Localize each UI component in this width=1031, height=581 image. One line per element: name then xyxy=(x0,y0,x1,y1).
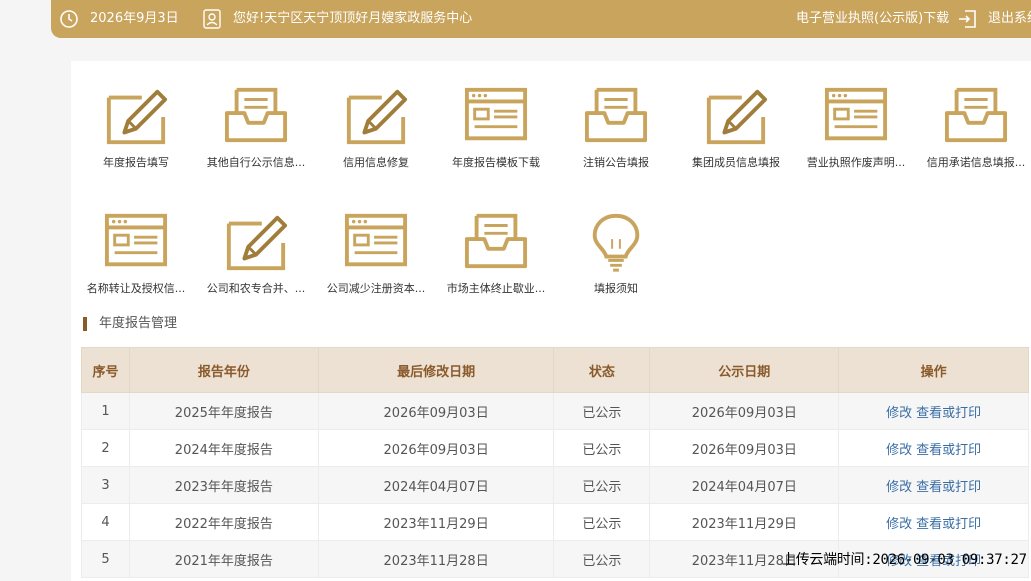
cell-status: 已公示 xyxy=(553,503,651,541)
welcome-text: 您好!天宁区天宁顶顶好月嫂家政服务中心 xyxy=(233,11,473,26)
edit-icon xyxy=(106,89,168,145)
function-tile[interactable]: 信用承诺信息填报... xyxy=(916,84,1031,170)
cell-actions: 修改 查看或打印 xyxy=(838,392,1029,430)
tile-label: 信用信息修复 xyxy=(343,156,409,169)
license-download-link[interactable]: 电子营业执照(公示版)下载 xyxy=(796,10,949,28)
cell-status: 已公示 xyxy=(553,392,651,430)
tile-label: 年度报告模板下载 xyxy=(452,156,540,169)
view-print-link[interactable]: 查看或打印 xyxy=(916,480,981,495)
function-tile[interactable]: 填报须知 xyxy=(556,210,676,296)
cell-modified: 2026年09月03日 xyxy=(317,429,555,467)
function-tile[interactable]: 公司减少注册资本... xyxy=(316,210,436,296)
edit-icon xyxy=(346,89,408,145)
inbox-icon xyxy=(224,87,288,143)
view-print-link[interactable]: 查看或打印 xyxy=(916,517,981,532)
form-icon xyxy=(824,87,888,141)
section-title: 年度报告管理 xyxy=(99,316,178,331)
table-header-row: 序号 报告年份 最后修改日期 状态 公示日期 操作 xyxy=(81,347,1029,393)
form-icon xyxy=(104,213,168,267)
cell-no: 1 xyxy=(81,392,130,430)
tile-label: 其他自行公示信息... xyxy=(206,156,306,169)
cell-published: 2023年11月29日 xyxy=(649,503,840,541)
function-tile[interactable]: 市场主体终止歇业... xyxy=(436,210,556,296)
inbox-icon xyxy=(584,87,648,143)
form-icon xyxy=(344,213,408,267)
function-tile[interactable]: 其他自行公示信息... xyxy=(196,84,316,170)
tile-label: 市场主体终止歇业... xyxy=(446,282,546,295)
cell-year: 2025年年度报告 xyxy=(128,392,319,430)
cell-published: 2026年09月03日 xyxy=(649,392,840,430)
edit-link[interactable]: 修改 xyxy=(886,517,912,532)
tile-label: 名称转让及授权信... xyxy=(86,282,186,295)
table-row: 3 2023年年度报告 2024年04月07日 已公示 2024年04月07日 修改 查看或… xyxy=(81,466,1029,504)
function-tile[interactable]: 公司和农专合并、... xyxy=(196,210,316,296)
tile-label: 注销公告填报 xyxy=(583,156,649,169)
tile-label: 营业执照作废声明... xyxy=(806,156,906,169)
cell-status: 已公示 xyxy=(553,429,651,467)
function-tile[interactable]: 营业执照作废声明... xyxy=(796,84,916,170)
top-bar: 2026年9月3日 您好!天宁区天宁顶顶好月嫂家政服务中心 电子营业执照(公示版… xyxy=(51,0,1031,38)
cell-year: 2022年年度报告 xyxy=(128,503,319,541)
function-tile[interactable]: 名称转让及授权信... xyxy=(76,210,196,296)
section-marker xyxy=(83,317,87,331)
cell-status: 已公示 xyxy=(553,466,651,504)
lightbulb-icon xyxy=(592,213,640,272)
cell-year: 2024年年度报告 xyxy=(128,429,319,467)
inbox-icon xyxy=(464,213,528,269)
edit-icon xyxy=(226,215,288,271)
col-header-published: 公示日期 xyxy=(649,347,840,393)
cell-actions: 修改 查看或打印 xyxy=(838,429,1029,467)
table-row: 1 2025年年度报告 2026年09月03日 已公示 2026年09月03日 修改 查看或… xyxy=(81,392,1029,430)
cell-actions: 修改 查看或打印 xyxy=(838,466,1029,504)
cell-modified: 2026年09月03日 xyxy=(317,392,555,430)
function-tile[interactable]: 信用信息修复 xyxy=(316,84,436,170)
clock-icon xyxy=(60,10,78,28)
cell-no: 3 xyxy=(81,466,130,504)
cell-year: 2021年年度报告 xyxy=(128,540,319,578)
function-tile[interactable]: 注销公告填报 xyxy=(556,84,676,170)
table-row: 4 2022年年度报告 2023年11月29日 已公示 2023年11月29日 修改 查看或… xyxy=(81,503,1029,541)
function-tile[interactable]: 年度报告填写 xyxy=(76,84,196,170)
cell-actions: 修改 查看或打印 xyxy=(838,503,1029,541)
current-date: 2026年9月3日 xyxy=(90,11,179,26)
cell-modified: 2024年04月07日 xyxy=(317,466,555,504)
function-tile[interactable]: 集团成员信息填报 xyxy=(676,84,796,170)
logout-icon[interactable] xyxy=(957,9,977,29)
col-header-year: 报告年份 xyxy=(128,347,319,393)
inbox-icon xyxy=(944,87,1008,143)
view-print-link[interactable]: 查看或打印 xyxy=(916,406,981,421)
cell-no: 4 xyxy=(81,503,130,541)
annual-report-table: 序号 报告年份 最后修改日期 状态 公示日期 操作 1 2025年年度报告 2026… xyxy=(81,347,1029,578)
form-icon xyxy=(464,87,528,141)
upload-timestamp: 上传云端时间:2026-09-03 09:37:27 xyxy=(782,552,1027,568)
col-header-modified: 最后修改日期 xyxy=(317,347,555,393)
tile-label: 年度报告填写 xyxy=(103,156,169,169)
tile-label: 公司和农专合并、... xyxy=(206,282,306,295)
view-print-link[interactable]: 查看或打印 xyxy=(916,443,981,458)
cell-modified: 2023年11月28日 xyxy=(317,540,555,578)
tile-label: 集团成员信息填报 xyxy=(692,156,780,169)
cell-year: 2023年年度报告 xyxy=(128,466,319,504)
cell-status: 已公示 xyxy=(553,540,651,578)
tile-label: 公司减少注册资本... xyxy=(326,282,426,295)
user-icon xyxy=(203,9,221,29)
col-header-no: 序号 xyxy=(81,347,130,393)
cell-no: 2 xyxy=(81,429,130,467)
cell-published: 2024年04月07日 xyxy=(649,466,840,504)
edit-link[interactable]: 修改 xyxy=(886,443,912,458)
col-header-actions: 操作 xyxy=(838,347,1029,393)
tile-label: 填报须知 xyxy=(594,282,638,295)
cell-no: 5 xyxy=(81,540,130,578)
cell-modified: 2023年11月29日 xyxy=(317,503,555,541)
col-header-status: 状态 xyxy=(553,347,651,393)
edit-link[interactable]: 修改 xyxy=(886,480,912,495)
logout-link[interactable]: 退出系统 xyxy=(988,10,1031,28)
cell-published: 2026年09月03日 xyxy=(649,429,840,467)
function-tile[interactable]: 年度报告模板下载 xyxy=(436,84,556,170)
edit-link[interactable]: 修改 xyxy=(886,406,912,421)
table-row: 2 2024年年度报告 2026年09月03日 已公示 2026年09月03日 修改 查看或… xyxy=(81,429,1029,467)
edit-icon xyxy=(706,89,768,145)
tile-label: 信用承诺信息填报... xyxy=(926,156,1026,169)
